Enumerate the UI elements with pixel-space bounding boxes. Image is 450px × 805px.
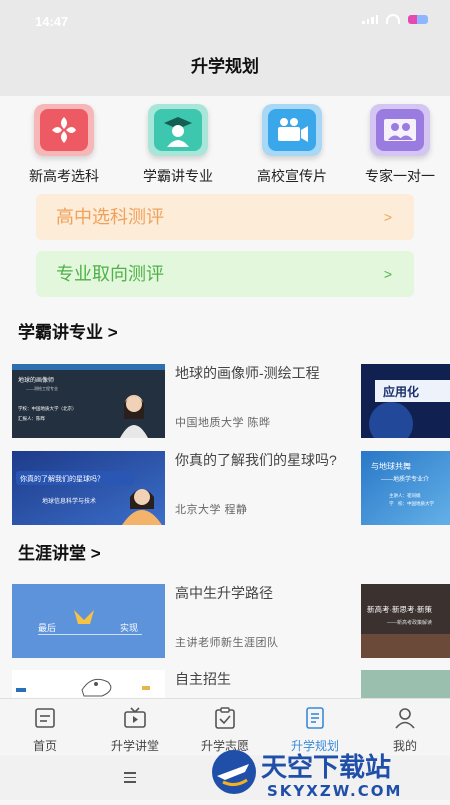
tab-home[interactable]: 首页 xyxy=(0,707,90,754)
card-title: 高中生升学路径 xyxy=(175,585,273,601)
quick-nav-item-major-talks[interactable]: 学霸讲专业 xyxy=(130,104,226,186)
list-item[interactable]: 最后 实现 高中生升学路径 主讲老师新生涯团队 xyxy=(12,584,352,658)
quick-nav-item-subject-selection[interactable]: 新高考选科 xyxy=(16,104,112,186)
thumbnail-text: ——测绘工程专业 xyxy=(26,385,58,391)
thumbnail-text: 实现 xyxy=(120,622,138,633)
card-meta: 中国地质大学 陈晔 xyxy=(175,417,271,429)
quick-nav-label: 新高考选科 xyxy=(29,168,99,184)
video-camera-icon xyxy=(262,104,322,156)
thumbnail-text: 主讲人：崔同娟 xyxy=(389,492,421,499)
video-thumbnail xyxy=(12,670,165,698)
thumbnail-text: 汇报人：陈晔 xyxy=(18,415,45,422)
tv-play-icon xyxy=(124,707,146,728)
card-meta: 主讲老师新生涯团队 xyxy=(175,637,279,649)
document-icon xyxy=(306,707,324,729)
list-item[interactable]: 自主招生 xyxy=(12,670,352,698)
thumbnail-text: 新高考·新思考·新策 xyxy=(367,604,432,614)
list-item[interactable]: 地球的画像师 ——测绘工程专业 学校：中国地质大学（北京） 汇报人：陈晔 地球的… xyxy=(12,364,352,438)
major-evaluation-button[interactable]: 专业取向测评 > xyxy=(36,251,414,297)
card-title: 地球的画像师-测绘工程 xyxy=(175,365,320,381)
list-item[interactable]: 你真的了解我们的星球吗？ 地球信息科学与技术 你真的了解我们的星球吗? 北京大学… xyxy=(12,451,352,525)
section-title-career-lectures[interactable]: 生涯讲堂 > xyxy=(18,539,101,564)
card-title: 你真的了解我们的星球吗? xyxy=(175,452,337,468)
tab-label: 升学讲堂 xyxy=(110,739,159,753)
thumbnail-text: 地球信息科学与技术 xyxy=(42,497,96,505)
video-thumbnail: 地球的画像师 ——测绘工程专业 学校：中国地质大学（北京） 汇报人：陈晔 xyxy=(12,364,165,438)
quick-nav-label: 学霸讲专业 xyxy=(143,168,213,184)
list-item-peek[interactable]: 新高考·新思考·新策 ——新高考政策解读 xyxy=(361,584,450,658)
thumbnail-text: 地球的画像师 xyxy=(18,376,54,384)
subject-evaluation-label: 高中选科测评 xyxy=(56,207,164,227)
thumbnail-text: 与地球共舞 xyxy=(371,461,411,471)
watermark-domain: SKYXZW.COM xyxy=(267,782,402,800)
quick-nav-item-university-videos[interactable]: 高校宣传片 xyxy=(244,104,340,186)
video-thumbnail: 最后 实现 xyxy=(12,584,165,658)
watermark-text: 天空下载站 xyxy=(261,752,391,783)
graduate-icon xyxy=(148,104,208,156)
thumbnail-text: 学校：中国地质大学（北京） xyxy=(18,405,77,412)
wifi-icon xyxy=(386,14,400,24)
people-icon xyxy=(370,104,430,156)
video-thumbnail: 你真的了解我们的星球吗？ 地球信息科学与技术 xyxy=(12,451,165,525)
subject-evaluation-button[interactable]: 高中选科测评 > xyxy=(36,194,414,240)
major-evaluation-label: 专业取向测评 xyxy=(56,264,164,284)
list-item-peek[interactable] xyxy=(361,670,450,698)
list-item-peek[interactable]: 与地球共舞 ——地质学专业介 主讲人：崔同娟 学 校：中国地质大学 xyxy=(361,451,450,525)
home-icon xyxy=(35,708,55,728)
list-item-peek[interactable]: 应用化 xyxy=(361,364,450,438)
card-title: 自主招生 xyxy=(175,671,231,687)
section-title-major-talks[interactable]: 学霸讲专业 > xyxy=(18,318,118,343)
thumbnail-text: 学 校：中国地质大学 xyxy=(389,500,434,507)
page-title: 升学规划 xyxy=(0,44,450,96)
watermark-logo: 天空下载站 SKYXZW.COM xyxy=(205,742,450,800)
user-icon xyxy=(395,708,415,729)
status-time: 14:47 xyxy=(35,14,69,29)
clipboard-check-icon xyxy=(215,707,235,729)
menu-icon[interactable] xyxy=(124,772,136,786)
tab-lectures[interactable]: 升学讲堂 xyxy=(90,707,180,754)
quick-nav: 新高考选科 学霸讲专业 高校宣传片 专家一对一 xyxy=(0,100,450,190)
quick-nav-label: 专家一对一 xyxy=(365,168,435,184)
quick-nav-label: 高校宣传片 xyxy=(257,168,327,184)
battery-icon xyxy=(408,14,428,24)
thumbnail-text: ——新高考政策解读 xyxy=(387,619,432,626)
thumbnail-text: 你真的了解我们的星球吗？ xyxy=(20,474,104,483)
card-meta: 北京大学 程静 xyxy=(175,504,248,516)
tab-label: 首页 xyxy=(32,739,57,753)
thumbnail-text: 应用化 xyxy=(383,384,419,399)
chevron-right-icon: > xyxy=(383,266,392,282)
chevron-right-icon: > xyxy=(383,209,392,225)
status-bar: 14:47 xyxy=(0,0,450,44)
quick-nav-item-expert-consult[interactable]: 专家一对一 xyxy=(352,104,448,186)
flower-icon xyxy=(34,104,94,156)
thumbnail-text: ——地质学专业介 xyxy=(381,475,429,483)
thumbnail-text: 最后 xyxy=(38,623,56,633)
signal-icon xyxy=(362,14,378,24)
